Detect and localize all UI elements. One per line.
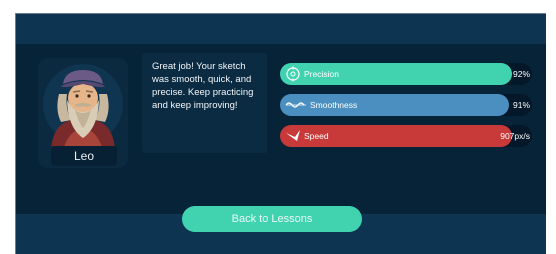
precision-label: Precision	[304, 69, 339, 79]
smoothness-label: Smoothness	[310, 100, 358, 110]
avatar-name: Leo	[51, 146, 117, 166]
target-icon	[286, 66, 300, 82]
smoothness-meter: Smoothness 91%	[280, 94, 532, 116]
smoothness-bar-fill: Smoothness	[280, 94, 510, 116]
feedback-message: Great job! Your sketch was smooth, quick…	[152, 61, 254, 111]
header-bar	[16, 14, 546, 44]
precision-meter: Precision 92%	[280, 63, 532, 85]
smoothness-value: 91%	[512, 100, 530, 110]
feedback-card: Great job! Your sketch was smooth, quick…	[142, 53, 267, 153]
wave-line-icon	[285, 102, 306, 108]
speed-value: 907px/s	[500, 131, 530, 141]
speed-bar-fill: Speed	[280, 125, 512, 147]
back-to-lessons-button[interactable]: Back to Lessons	[182, 206, 362, 232]
swoosh-icon	[286, 130, 300, 141]
speed-meter: Speed 907px/s	[280, 125, 532, 147]
precision-value: 92%	[512, 69, 530, 79]
avatar-portrait	[43, 64, 123, 150]
speed-label: Speed	[304, 131, 329, 141]
precision-bar-fill: Precision	[280, 63, 512, 85]
